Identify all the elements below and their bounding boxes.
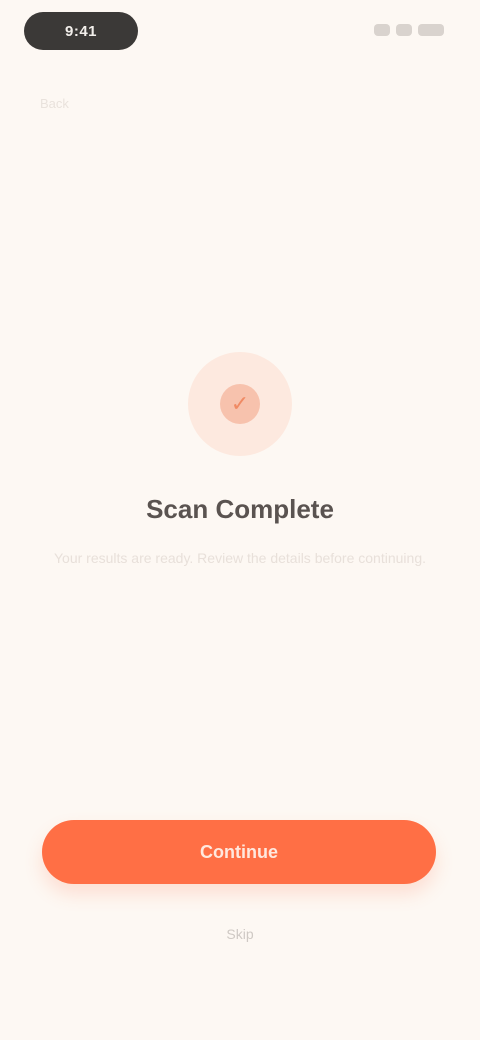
continue-button[interactable]: Continue xyxy=(42,820,436,884)
back-link[interactable]: Back xyxy=(40,96,132,116)
skip-link[interactable]: Skip xyxy=(214,926,266,946)
hero-icon-wrapper: ✓ xyxy=(188,352,292,456)
wifi-icon xyxy=(396,24,412,36)
status-time-pill: 9:41 xyxy=(24,12,138,50)
check-icon: ✓ xyxy=(220,384,260,424)
battery-icon xyxy=(418,24,444,36)
page-subtitle: Your results are ready. Review the detai… xyxy=(54,550,426,566)
signal-icon xyxy=(374,24,390,36)
status-icons xyxy=(352,20,444,40)
page-title: Scan Complete xyxy=(146,494,334,524)
status-time: 9:41 xyxy=(64,22,98,40)
